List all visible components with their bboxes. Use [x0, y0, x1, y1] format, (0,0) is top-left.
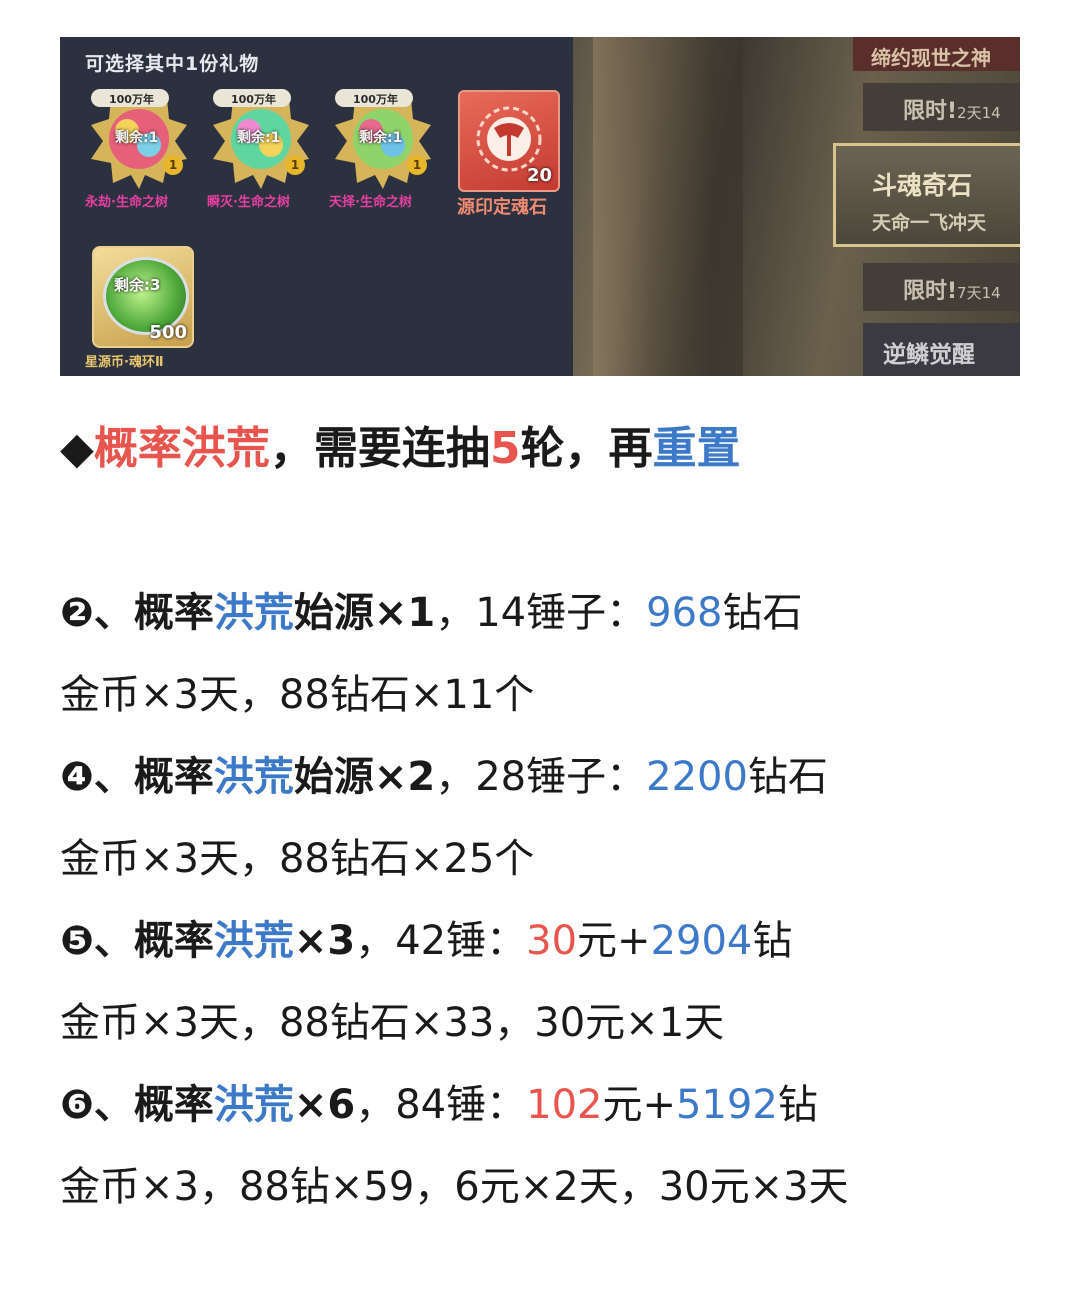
gift-age: 100万年	[231, 93, 276, 106]
headline-text: 轮，再	[520, 423, 653, 474]
item-unit: 钻石	[722, 590, 803, 636]
item-diamond-value: 5192	[676, 1082, 778, 1128]
tab-stone-title: 斗魂奇石	[872, 171, 973, 200]
limited-label: 限时!	[903, 279, 958, 304]
gift-remain: 剩余:1	[237, 130, 281, 146]
limited-label: 限时!	[903, 99, 958, 124]
item-diamond-value: 2200	[646, 754, 748, 800]
item-prefix: 概率	[133, 1082, 214, 1128]
gift-item-star-coin[interactable]: 剩余:3 500	[92, 246, 194, 348]
tab-scale-awakening[interactable]: 逆鳞觉醒	[863, 323, 1020, 376]
item-2-detail: 金币×3天，88钻石×11个	[60, 672, 535, 718]
item-number: ❷	[60, 590, 94, 636]
axe-seal-icon	[476, 106, 542, 172]
item-cost: ，28锤子：	[435, 754, 647, 800]
headline-reset: 重置	[652, 423, 741, 474]
background-pillar	[593, 37, 743, 376]
item-number: ❻	[60, 1082, 94, 1128]
item-5-summary: ❺、概率洪荒×3，42锤：30元+2904钻	[60, 908, 792, 966]
item-highlight: 洪荒	[213, 1082, 294, 1128]
star-coin-label: 星源币·魂环Ⅱ	[85, 355, 164, 370]
coin-remain: 剩余:3	[114, 276, 161, 294]
item-diamond-value: 968	[646, 590, 723, 636]
item-unit: 元+	[577, 918, 651, 964]
item-cost: ，84锤：	[355, 1082, 527, 1128]
item-4-summary: ❹、概率洪荒始源×2，28锤子：2200钻石	[60, 744, 828, 802]
item-prefix: 概率	[133, 918, 214, 964]
item-6-summary: ❻、概率洪荒×6，84锤：102元+5192钻	[60, 1072, 818, 1130]
item-number: ❺	[60, 918, 94, 964]
item-suffix: 始源×1	[293, 590, 436, 636]
item-highlight: 洪荒	[213, 754, 294, 800]
limited-remaining: 2天14	[957, 104, 1001, 122]
headline-text: ，需要连抽	[269, 423, 490, 474]
gift-remain: 剩余:1	[359, 130, 403, 146]
item-prefix: 概率	[133, 590, 214, 636]
gift-remain: 剩余:1	[115, 130, 159, 146]
item-sep: 、	[93, 1082, 134, 1128]
item-5-detail: 金币×3天，88钻石×33，30元×1天	[60, 1000, 725, 1046]
item-2-summary: ❷、概率洪荒始源×1，14锤子：968钻石	[60, 580, 803, 638]
gift-label: 天择·生命之树	[329, 195, 412, 210]
item-number: ❹	[60, 754, 94, 800]
limited-time-banner-2[interactable]: 限时!7天14	[863, 263, 1020, 311]
item-unit: 钻石	[747, 754, 828, 800]
item-4-detail: 金币×3天，88钻石×25个	[60, 836, 535, 882]
tab-soul-stone[interactable]: 斗魂奇石 天命一飞冲天	[833, 143, 1020, 247]
item-unit: 元+	[602, 1082, 677, 1128]
limited-time-banner-1[interactable]: 限时!2天14	[863, 83, 1020, 131]
item-unit: 钻	[752, 918, 793, 964]
item-count: 20	[526, 165, 552, 186]
gift-selection-panel: 可选择其中1份礼物 100万年 剩余:1 1 永劫·生命之树 100万年 剩余:…	[60, 37, 573, 376]
game-screenshot: 可选择其中1份礼物 100万年 剩余:1 1 永劫·生命之树 100万年 剩余:…	[60, 37, 1020, 376]
limited-remaining: 7天14	[957, 284, 1001, 302]
item-highlight: 洪荒	[213, 918, 294, 964]
gift-star-badge: 1	[407, 155, 427, 175]
gift-panel-title: 可选择其中1份礼物	[85, 53, 260, 75]
soul-stone-label: 源印定魂石	[457, 197, 547, 218]
item-sep: 、	[93, 918, 134, 964]
headline-bullet: ◆	[60, 423, 94, 474]
item-sep: 、	[93, 754, 134, 800]
item-suffix: 始源×2	[293, 754, 436, 800]
item-yuan-value: 102	[526, 1082, 603, 1128]
item-highlight: 洪荒	[213, 590, 294, 636]
item-diamond-value: 2904	[650, 918, 753, 964]
item-cost: ，42锤：	[355, 918, 527, 964]
tab-pact-god[interactable]: 缔约现世之神	[853, 37, 1020, 71]
item-cost: ，14锤子：	[435, 590, 647, 636]
item-yuan-value: 30	[526, 918, 578, 964]
item-sep: 、	[93, 590, 134, 636]
headline: ◆概率洪荒，需要连抽5轮，再重置	[60, 412, 740, 476]
item-count: 500	[149, 322, 187, 343]
gift-item-soul-stone[interactable]: 20	[458, 90, 560, 192]
headline-highlight: 概率洪荒	[93, 423, 270, 474]
headline-number: 5	[489, 423, 521, 474]
item-suffix: ×6	[293, 1082, 356, 1128]
gift-star-badge: 1	[285, 155, 305, 175]
gift-label: 永劫·生命之树	[85, 195, 168, 210]
gift-age: 100万年	[109, 93, 154, 106]
gift-label: 瞬灭·生命之树	[207, 195, 290, 210]
event-side-menu: 缔约现世之神 限时!2天14 斗魂奇石 天命一飞冲天 限时!7天14 逆鳞觉醒	[573, 37, 1020, 376]
item-unit: 钻	[777, 1082, 818, 1128]
tab-stone-subtitle: 天命一飞冲天	[872, 212, 987, 234]
gift-star-badge: 1	[163, 155, 183, 175]
gift-age: 100万年	[353, 93, 398, 106]
item-6-detail: 金币×3，88钻×59，6元×2天，30元×3天	[60, 1164, 849, 1210]
item-suffix: ×3	[293, 918, 356, 964]
item-prefix: 概率	[133, 754, 214, 800]
